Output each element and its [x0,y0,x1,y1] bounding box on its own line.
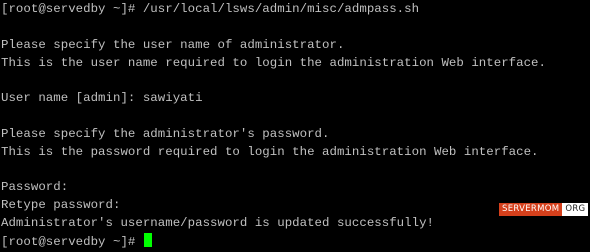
shell-prompt: [root@servedby ~]# [1,234,143,249]
terminal-line-username-prompt: Please specify the user name of administ… [1,37,345,52]
terminal-window[interactable]: [root@servedby ~]# /usr/local/lsws/admin… [0,0,590,249]
watermark-logo: SERVERMOM ORG [499,203,589,216]
watermark-brand: SERVERMOM [499,203,563,216]
terminal-line-success-message: Administrator's username/password is upd… [1,216,435,231]
terminal-line-username-entry: User name [admin]: sawiyati [1,91,203,106]
watermark-tld: ORG [562,203,589,216]
terminal-line-prompt[interactable]: [root@servedby ~]# [1,232,590,251]
terminal-line-username-info: This is the user name required to login … [1,55,546,70]
terminal-line-password-info: This is the password required to login t… [1,144,539,159]
terminal-line-command: [root@servedby ~]# /usr/local/lsws/admin… [1,2,420,16]
terminal-line-password-prompt: Please specify the administrator's passw… [1,126,330,141]
terminal-line-password-entry: Password: [1,180,69,195]
